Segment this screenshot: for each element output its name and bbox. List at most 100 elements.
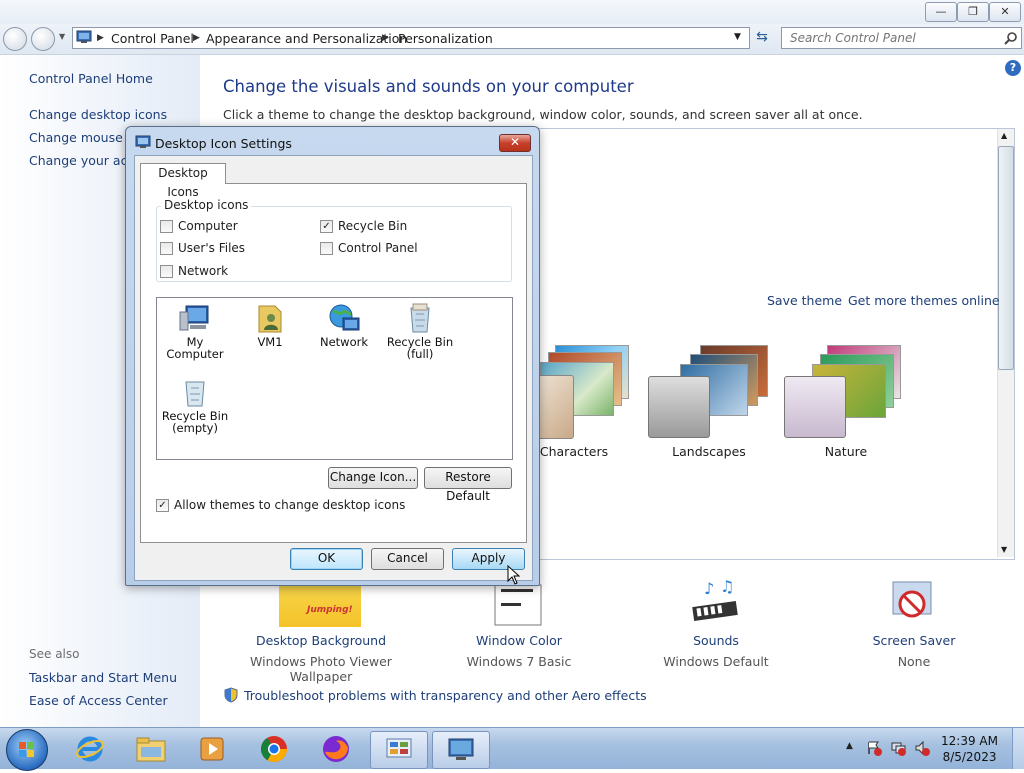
media-player-icon xyxy=(200,737,224,761)
recycle-bin-checkbox-box[interactable]: ✓ xyxy=(320,219,333,233)
save-theme-link[interactable]: Save theme xyxy=(767,293,842,308)
breadcrumb-separator-icon[interactable]: ▶ xyxy=(97,33,104,43)
network-icon[interactable] xyxy=(890,740,906,756)
address-bar[interactable]: ▶ Control Panel ▶ Appearance and Persona… xyxy=(72,27,750,49)
refresh-icon[interactable]: ⇆ xyxy=(752,29,772,47)
start-button[interactable] xyxy=(6,729,48,771)
window-color-item[interactable]: Window Color Windows 7 Basic xyxy=(434,633,604,669)
system-clock[interactable]: 12:39 AM 8/5/2023 xyxy=(941,733,998,765)
theme-landscapes-label[interactable]: Landscapes xyxy=(649,444,769,459)
computer-icon xyxy=(179,305,209,331)
breadcrumb-personalization[interactable]: Personalization xyxy=(398,31,493,46)
control-panel-checkbox[interactable]: Control Panel xyxy=(320,241,418,255)
theme-landscapes[interactable] xyxy=(645,340,768,440)
taskbar-chrome[interactable] xyxy=(246,731,302,767)
icon-my-computer[interactable]: My Computer xyxy=(159,302,231,360)
control-panel-home-link[interactable]: Control Panel Home xyxy=(29,71,153,86)
user-folder-icon xyxy=(258,305,282,333)
jumping-text: Jumping! xyxy=(307,605,353,615)
icon-user-folder-label: VM1 xyxy=(257,335,283,349)
computer-checkbox[interactable]: Computer xyxy=(160,219,238,233)
control-panel-icon xyxy=(76,30,92,43)
screen-saver-link[interactable]: Screen Saver xyxy=(829,633,999,648)
taskbar-start-menu-link[interactable]: Taskbar and Start Menu xyxy=(29,670,177,685)
network-checkbox[interactable]: Network xyxy=(160,264,228,278)
control-panel-checkbox-box[interactable] xyxy=(320,241,333,255)
address-dropdown-icon[interactable]: ▼ xyxy=(734,32,741,42)
back-button[interactable] xyxy=(3,27,27,51)
screen-saver-item[interactable]: Screen Saver None xyxy=(829,633,999,669)
control-panel-checkbox-label: Control Panel xyxy=(338,241,418,255)
tab-desktop-icons[interactable]: Desktop Icons xyxy=(140,163,226,199)
sounds-link[interactable]: Sounds xyxy=(631,633,801,648)
window-color-link[interactable]: Window Color xyxy=(434,633,604,648)
screen-saver-value: None xyxy=(897,654,931,669)
window-color-icon[interactable] xyxy=(493,583,543,627)
network-checkbox-box[interactable] xyxy=(160,264,173,278)
dialog-close-button[interactable]: ✕ xyxy=(499,134,531,152)
breadcrumb-separator-icon[interactable]: ▶ xyxy=(382,33,389,43)
breadcrumb-appearance[interactable]: Appearance and Personalization xyxy=(206,31,407,46)
action-center-icon[interactable] xyxy=(866,740,882,756)
taskbar: ▲ 12:39 AM 8/5/2023 xyxy=(0,727,1024,771)
ok-button[interactable]: OK xyxy=(290,548,363,570)
taskbar-control-panel[interactable] xyxy=(370,731,428,769)
breadcrumb-separator-icon[interactable]: ▶ xyxy=(193,33,200,43)
icon-network-label: Network xyxy=(319,335,369,349)
desktop-icon-list[interactable]: My Computer VM1 Network Recycle Bin (ful… xyxy=(156,297,513,460)
recycle-bin-checkbox-label: Recycle Bin xyxy=(338,219,408,233)
search-icon[interactable] xyxy=(1004,31,1018,45)
search-input[interactable] xyxy=(788,28,1002,48)
theme-nature-label[interactable]: Nature xyxy=(786,444,906,459)
sounds-item[interactable]: Sounds Windows Default xyxy=(631,633,801,669)
cancel-button[interactable]: Cancel xyxy=(371,548,444,570)
scroll-down-icon[interactable]: ▼ xyxy=(1001,545,1007,554)
close-window-button[interactable]: ✕ xyxy=(989,2,1021,22)
taskbar-internet-explorer[interactable] xyxy=(62,731,118,767)
internet-explorer-icon xyxy=(76,736,104,762)
minimize-button[interactable]: — xyxy=(925,2,957,22)
theme-nature[interactable] xyxy=(782,340,902,440)
computer-checkbox-box[interactable] xyxy=(160,219,173,233)
show-hidden-icons-chevron[interactable]: ▲ xyxy=(846,741,853,751)
change-icon-button[interactable]: Change Icon... xyxy=(328,467,418,489)
sounds-icon[interactable]: ♪ ♫ xyxy=(690,578,742,628)
change-desktop-icons-link[interactable]: Change desktop icons xyxy=(29,107,167,122)
dialog-body: Desktop Icons Desktop icons Computer Use… xyxy=(134,155,533,581)
troubleshoot-link[interactable]: Troubleshoot problems with transparency … xyxy=(244,688,647,703)
clock-date: 8/5/2023 xyxy=(942,750,997,764)
desktop-background-link[interactable]: Desktop Background xyxy=(236,633,406,648)
taskbar-media-player[interactable] xyxy=(184,731,240,767)
ease-of-access-link[interactable]: Ease of Access Center xyxy=(29,693,168,708)
volume-muted-icon[interactable] xyxy=(914,740,930,756)
desktop-background-item[interactable]: Desktop Background Windows Photo Viewer … xyxy=(236,633,406,684)
get-more-themes-link[interactable]: Get more themes online xyxy=(848,293,1000,308)
screen-saver-icon[interactable] xyxy=(887,578,939,628)
svg-text:♪: ♪ xyxy=(704,579,714,598)
restore-default-button[interactable]: Restore Default xyxy=(424,467,512,503)
forward-button[interactable] xyxy=(31,27,55,51)
control-panel-taskbar-icon xyxy=(386,738,412,758)
allow-themes-checkbox[interactable]: ✓ Allow themes to change desktop icons xyxy=(156,498,405,512)
icon-user-folder[interactable]: VM1 xyxy=(234,302,306,348)
allow-themes-checkbox-box[interactable]: ✓ xyxy=(156,498,169,512)
taskbar-file-explorer[interactable] xyxy=(123,731,179,767)
icon-recycle-bin-full[interactable]: Recycle Bin (full) xyxy=(384,302,456,360)
taskbar-firefox[interactable] xyxy=(308,731,364,767)
desktop-background-thumbnail[interactable]: Jumping! xyxy=(279,583,361,627)
users-files-checkbox-box[interactable] xyxy=(160,241,173,255)
breadcrumb-control-panel[interactable]: Control Panel xyxy=(111,31,194,46)
recent-pages-chevron-icon[interactable]: ▼ xyxy=(59,32,65,41)
users-files-checkbox[interactable]: User's Files xyxy=(160,241,245,255)
recycle-bin-checkbox[interactable]: ✓ Recycle Bin xyxy=(320,219,407,233)
icon-recycle-bin-empty[interactable]: Recycle Bin (empty) xyxy=(159,376,231,434)
network-checkbox-label: Network xyxy=(178,264,229,278)
icon-network[interactable]: Network xyxy=(308,302,380,348)
help-icon[interactable]: ? xyxy=(1005,60,1021,76)
taskbar-desktop-icon-settings[interactable] xyxy=(432,731,490,769)
show-desktop-button[interactable] xyxy=(1012,728,1024,769)
windows-logo-icon xyxy=(19,742,34,757)
scroll-up-icon[interactable]: ▲ xyxy=(1001,131,1007,140)
scrollbar-thumb[interactable] xyxy=(998,146,1014,370)
maximize-button[interactable]: ❐ xyxy=(957,2,989,22)
